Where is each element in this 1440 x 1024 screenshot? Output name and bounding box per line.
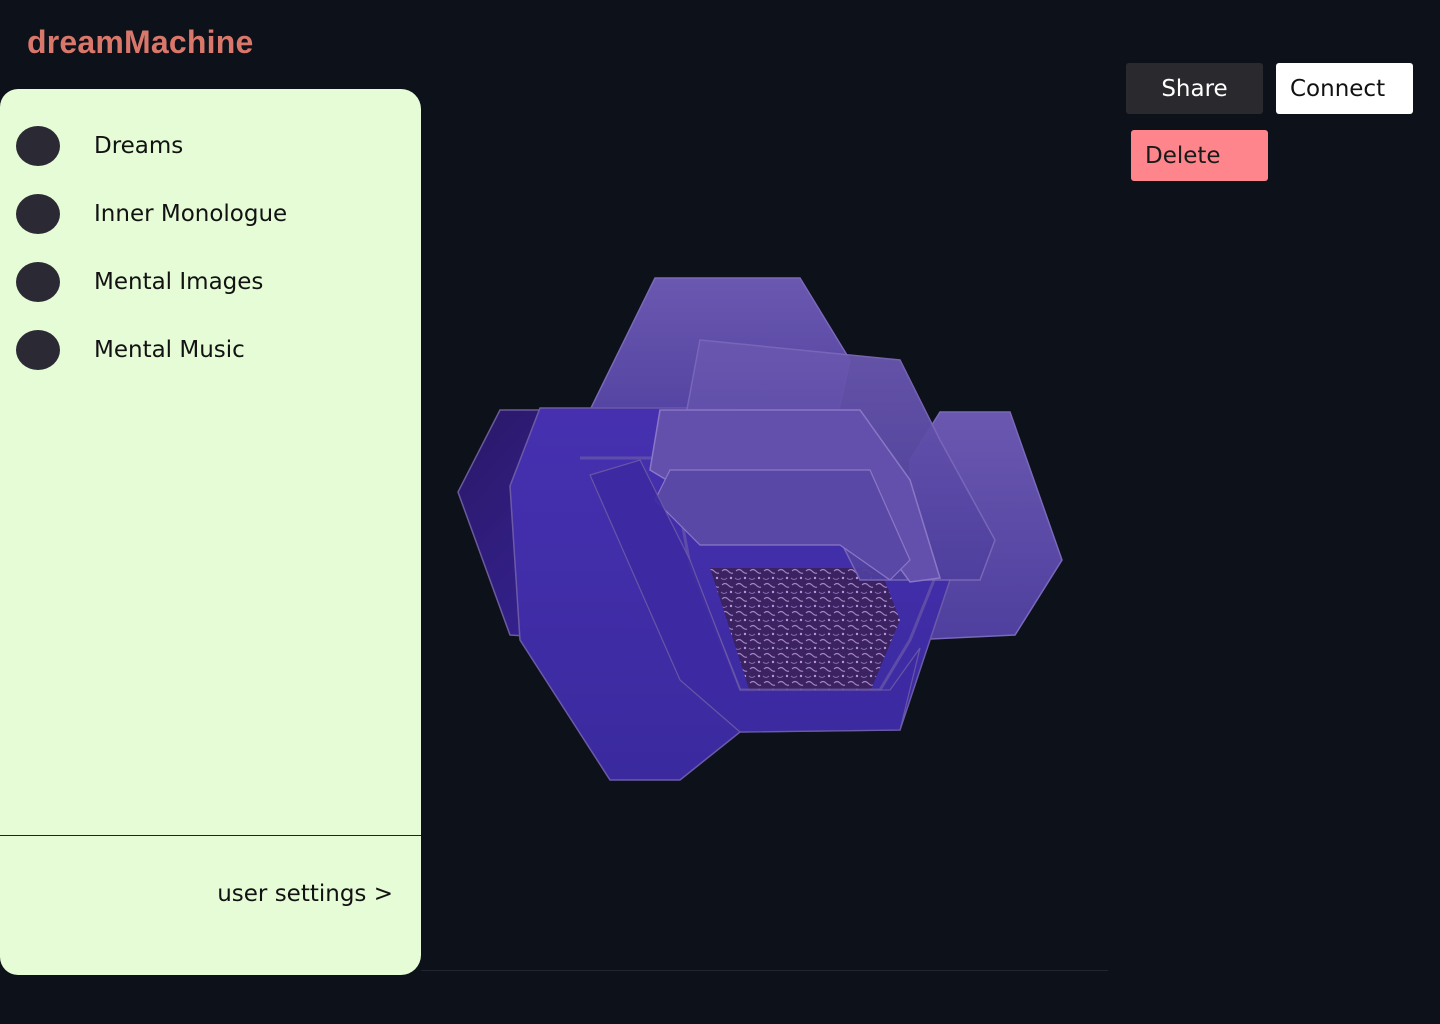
sidebar-item-inner-monologue[interactable]: Inner Monologue xyxy=(16,194,287,234)
sidebar-item-mental-images[interactable]: Mental Images xyxy=(16,262,263,302)
share-button[interactable]: Share xyxy=(1126,63,1263,114)
sidebar: Dreams Inner Monologue Mental Images Men… xyxy=(0,89,421,975)
sidebar-item-mental-music[interactable]: Mental Music xyxy=(16,330,245,370)
mental-music-dot-icon xyxy=(16,330,60,370)
sidebar-item-dreams[interactable]: Dreams xyxy=(16,126,183,166)
user-settings-link[interactable]: user settings > xyxy=(217,881,393,907)
app-logo[interactable]: dreamMachine xyxy=(27,24,253,61)
sidebar-item-label: Dreams xyxy=(94,133,184,159)
mental-images-dot-icon xyxy=(16,262,60,302)
inner-monologue-dot-icon xyxy=(16,194,60,234)
sidebar-item-label: Mental Images xyxy=(94,269,264,295)
content-bottom-divider xyxy=(421,970,1108,971)
sidebar-divider xyxy=(0,835,421,836)
app-window: dreamMachine Dreams Inner Monologue Ment… xyxy=(0,0,1440,1024)
dreams-dot-icon xyxy=(16,126,60,166)
connect-button[interactable]: Connect xyxy=(1276,63,1413,114)
delete-button[interactable]: Delete xyxy=(1131,130,1268,181)
dream-visual-image xyxy=(457,277,1063,781)
sidebar-item-label: Inner Monologue xyxy=(94,201,288,227)
sidebar-item-label: Mental Music xyxy=(94,337,245,363)
